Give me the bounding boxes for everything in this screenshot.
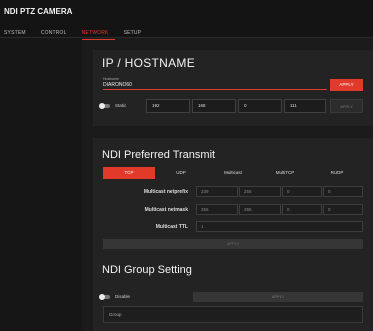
transmit-title: NDI Preferred Transmit	[102, 149, 216, 161]
transmit-apply-button[interactable]: APPLY	[103, 239, 363, 249]
netprefix-octet-1-input[interactable]: 239	[196, 186, 238, 197]
netmask-octet-1-input[interactable]: 255	[196, 204, 238, 215]
netprefix-octet-4-input[interactable]: 0	[323, 186, 363, 197]
group-apply-button[interactable]: APPLY	[193, 292, 363, 302]
netprefix-label: Multicast netprefix	[143, 189, 188, 195]
top-bar: NDI PTZ CAMERA SYSTEM CONTROL NETWORK SE…	[0, 0, 373, 40]
protocol-tcp[interactable]: TCP	[103, 167, 155, 179]
static-label: Static	[115, 103, 127, 108]
ttl-input[interactable]: 1	[196, 221, 363, 232]
ip-apply-button[interactable]: APPLY	[330, 99, 363, 113]
protocol-udp[interactable]: UDP	[155, 167, 207, 179]
static-toggle[interactable]	[99, 103, 110, 109]
protocol-multitcp[interactable]: MultiTCP	[259, 167, 311, 179]
app-title: NDI PTZ CAMERA	[4, 7, 73, 16]
group-disable-toggle[interactable]	[99, 294, 110, 300]
group-title: NDI Group Setting	[102, 264, 192, 276]
tab-network[interactable]: NETWORK	[81, 28, 115, 40]
ip-octet-4-input[interactable]: 111	[284, 99, 326, 113]
protocol-selector: TCP UDP Multicast MultiTCP RUDP	[103, 167, 363, 179]
tab-setup[interactable]: SETUP	[124, 28, 148, 40]
static-ip-row: Static 192 168 0 111 APPLY	[93, 50, 373, 126]
netmask-label: Multicast netmask	[144, 207, 188, 213]
ttl-label: Multicast TTL	[155, 224, 188, 230]
netprefix-octet-3-input[interactable]: 0	[282, 186, 322, 197]
protocol-rudp[interactable]: RUDP	[311, 167, 363, 179]
netprefix-octet-2-input[interactable]: 255	[239, 186, 281, 197]
netmask-octet-3-input[interactable]: 0	[282, 204, 322, 215]
sidebar-panel	[0, 38, 82, 331]
ip-octet-3-input[interactable]: 0	[238, 99, 282, 113]
ndi-settings-card: NDI Preferred Transmit TCP UDP Multicast…	[93, 138, 373, 331]
ip-octet-2-input[interactable]: 168	[192, 99, 236, 113]
netmask-octet-4-input[interactable]: 0	[323, 204, 363, 215]
group-input[interactable]: Group	[103, 306, 363, 323]
ip-octet-1-input[interactable]: 192	[146, 99, 190, 113]
disable-label: Disable	[115, 294, 131, 299]
netmask-octet-2-input[interactable]: 255	[239, 204, 281, 215]
protocol-multicast[interactable]: Multicast	[207, 167, 259, 179]
